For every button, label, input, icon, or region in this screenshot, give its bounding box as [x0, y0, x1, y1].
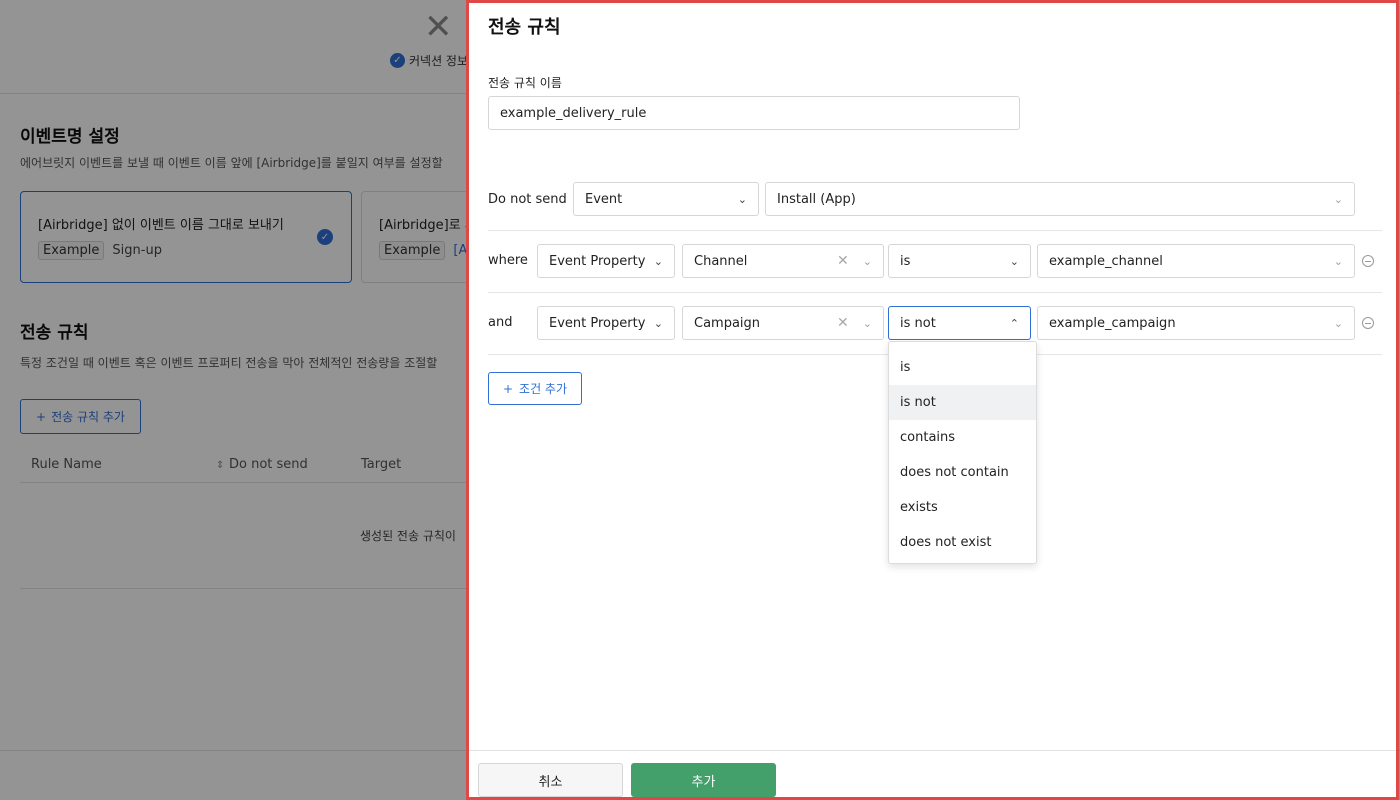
add-button[interactable]: 추가: [631, 763, 776, 797]
remove-circle-icon[interactable]: [1362, 317, 1374, 329]
chevron-down-icon: ⌄: [1009, 254, 1019, 268]
drawer-footer-divider: [469, 750, 1396, 751]
event-select[interactable]: Install (App) ⌄: [765, 182, 1355, 216]
property-select[interactable]: Campaign ✕ ⌄: [682, 306, 884, 340]
operator-value: is not: [900, 315, 936, 331]
property-type-value: Event Property: [549, 253, 646, 269]
plus-icon: +: [502, 381, 514, 396]
row-divider: [488, 230, 1382, 231]
cancel-button[interactable]: 취소: [478, 763, 623, 797]
event-value: Install (App): [777, 191, 856, 207]
chevron-up-icon: ⌃: [1009, 316, 1019, 330]
rule-name-label: 전송 규칙 이름: [488, 76, 562, 90]
operator-option-does-not-contain[interactable]: does not contain: [889, 455, 1036, 490]
condition-label-where: where: [488, 253, 528, 268]
operator-option-exists[interactable]: exists: [889, 490, 1036, 525]
operator-option-is[interactable]: is: [889, 350, 1036, 385]
drawer-title: 전송 규칙: [488, 17, 561, 38]
add-condition-button[interactable]: + 조건 추가: [488, 372, 582, 405]
chevron-down-icon: ⌄: [737, 192, 747, 206]
condition-value-select[interactable]: example_campaign ⌄: [1037, 306, 1355, 340]
remove-circle-icon[interactable]: [1362, 255, 1374, 267]
row-divider: [488, 292, 1382, 293]
operator-select[interactable]: is ⌄: [888, 244, 1031, 278]
event-type-select[interactable]: Event ⌄: [573, 182, 759, 216]
rule-name-input[interactable]: [488, 96, 1020, 130]
property-value: Campaign: [694, 315, 761, 331]
clear-icon[interactable]: ✕: [837, 253, 849, 269]
chevron-down-icon: ⌄: [1333, 192, 1343, 206]
property-value: Channel: [694, 253, 748, 269]
operator-option-is-not[interactable]: is not: [889, 385, 1036, 420]
chevron-down-icon: ⌄: [1333, 254, 1343, 268]
operator-option-contains[interactable]: contains: [889, 420, 1036, 455]
chevron-down-icon: ⌄: [862, 254, 872, 268]
chevron-down-icon: ⌄: [1333, 316, 1343, 330]
do-not-send-label: Do not send: [488, 192, 567, 207]
condition-value: example_channel: [1049, 253, 1163, 269]
chevron-down-icon: ⌄: [862, 316, 872, 330]
condition-value: example_campaign: [1049, 315, 1176, 331]
operator-dropdown-menu: is is not contains does not contain exis…: [888, 341, 1037, 564]
property-type-select[interactable]: Event Property ⌄: [537, 244, 675, 278]
operator-option-does-not-exist[interactable]: does not exist: [889, 525, 1036, 560]
property-type-value: Event Property: [549, 315, 646, 331]
property-type-select[interactable]: Event Property ⌄: [537, 306, 675, 340]
condition-label-and: and: [488, 315, 513, 330]
add-condition-label: 조건 추가: [519, 382, 568, 396]
clear-icon[interactable]: ✕: [837, 315, 849, 331]
operator-value: is: [900, 253, 911, 269]
delivery-rule-drawer: 전송 규칙 전송 규칙 이름 Do not send Event ⌄ Insta…: [466, 0, 1399, 800]
event-type-value: Event: [585, 191, 623, 207]
chevron-down-icon: ⌄: [653, 254, 663, 268]
operator-select-open[interactable]: is not ⌃: [888, 306, 1031, 340]
condition-value-select[interactable]: example_channel ⌄: [1037, 244, 1355, 278]
chevron-down-icon: ⌄: [653, 316, 663, 330]
property-select[interactable]: Channel ✕ ⌄: [682, 244, 884, 278]
